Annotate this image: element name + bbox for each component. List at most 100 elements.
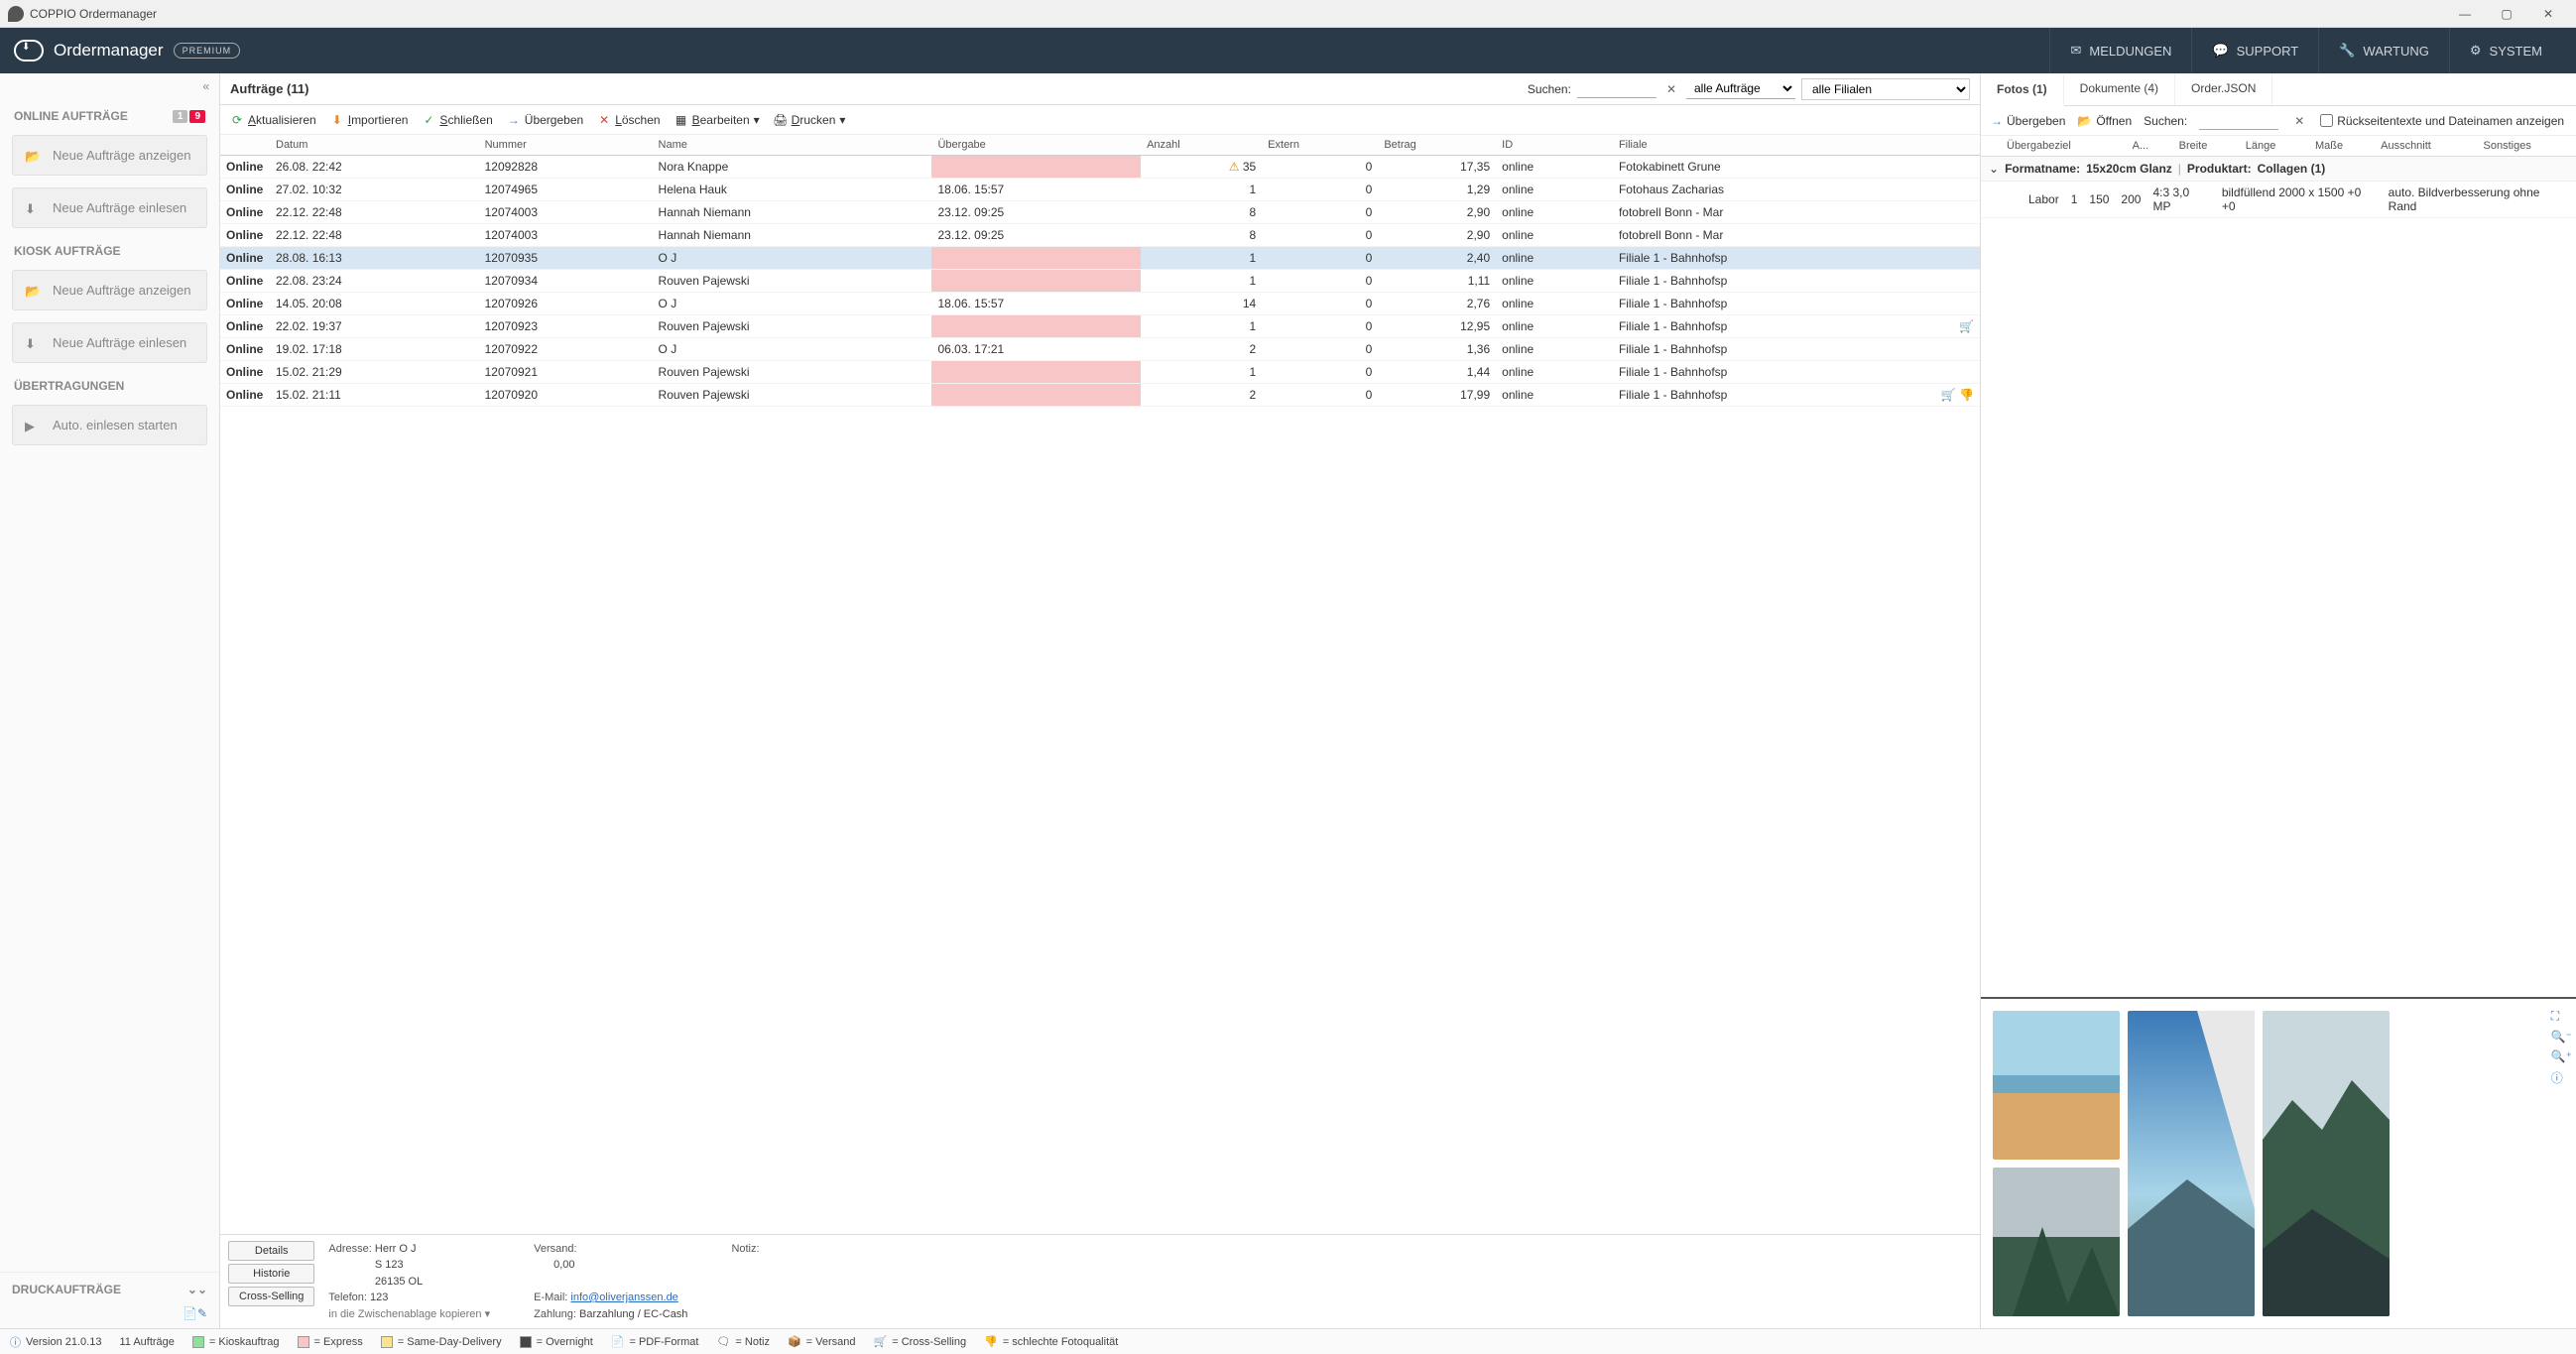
col-betrag[interactable]: Betrag xyxy=(1378,135,1496,156)
cart-icon: 🛒 xyxy=(1959,319,1974,333)
thumbnail-2[interactable] xyxy=(2128,1011,2255,1316)
app-icon xyxy=(8,6,24,22)
format-group-row[interactable]: ⌄ Formatname: 15x20cm Glanz | Produktart… xyxy=(1981,157,2576,182)
details-bar: Details Historie Cross-Selling Adresse: … xyxy=(220,1234,1980,1329)
table-row[interactable]: Online26.08. 22:4212092828Nora Knappe⚠ 3… xyxy=(220,156,1980,179)
btn-online-anzeigen[interactable]: 📂Neue Aufträge anzeigen xyxy=(12,135,207,176)
btn-online-einlesen[interactable]: ⬇Neue Aufträge einlesen xyxy=(12,187,207,228)
tool-bearbeiten[interactable]: ▦Bearbeiten▾ xyxy=(675,113,760,127)
legend-square-pink xyxy=(298,1336,309,1348)
folder-open-icon: 📂 xyxy=(2077,114,2092,128)
tool-aktualisieren[interactable]: ⟳Aktualisieren xyxy=(230,113,316,127)
legend-square-dark xyxy=(520,1336,532,1348)
checkbox-rueckseitentexte[interactable]: Rückseitentexte und Dateinamen anzeigen xyxy=(2320,114,2564,128)
col-extern[interactable]: Extern xyxy=(1262,135,1378,156)
tab-orderjson[interactable]: Order.JSON xyxy=(2175,73,2272,105)
collapse-sidebar-icon[interactable]: « xyxy=(202,79,209,93)
copy-to-clipboard[interactable]: in die Zwischenablage kopieren ▾ xyxy=(328,1308,490,1320)
filter-type-select[interactable]: alle Aufträge xyxy=(1686,78,1795,99)
sidebar-section-uebertragungen: ÜBERTRAGUNGEN xyxy=(0,369,219,399)
appbar: Ordermanager PREMIUM ✉MELDUNGEN 💬SUPPORT… xyxy=(0,28,2576,73)
col-nummer[interactable]: Nummer xyxy=(479,135,653,156)
tab-fotos[interactable]: Fotos (1) xyxy=(1981,74,2064,106)
table-row[interactable]: Online22.12. 22:4812074003Hannah Niemann… xyxy=(220,224,1980,247)
minimize-button[interactable]: — xyxy=(2445,3,2485,25)
thumbnail-3[interactable] xyxy=(2263,1011,2390,1316)
note-icon: 🗨 xyxy=(716,1335,730,1348)
thumbnail-4[interactable] xyxy=(1993,1168,2120,1316)
zoom-out-icon[interactable]: 🔍⁻ xyxy=(2551,1030,2572,1044)
search-input-right[interactable] xyxy=(2199,111,2278,130)
table-row[interactable]: Online15.02. 21:2912070921Rouven Pajewsk… xyxy=(220,361,1980,384)
zoom-in-icon[interactable]: 🔍⁺ xyxy=(2551,1049,2572,1063)
nav-meldungen[interactable]: ✉MELDUNGEN xyxy=(2049,28,2191,73)
tab-dokumente[interactable]: Dokumente (4) xyxy=(2064,73,2175,105)
legend-square-green xyxy=(192,1336,204,1348)
nav-support[interactable]: 💬SUPPORT xyxy=(2191,28,2318,73)
btn-cross-selling[interactable]: Cross-Selling xyxy=(228,1287,314,1306)
nav-system[interactable]: ⚙SYSTEM xyxy=(2449,28,2562,73)
thumbnail-1[interactable] xyxy=(1993,1011,2120,1160)
statusbar: ⓘVersion 21.0.13 11 Aufträge = Kioskauft… xyxy=(0,1328,2576,1354)
tool-importieren[interactable]: ⬇Importieren xyxy=(330,113,409,127)
close-button[interactable]: ✕ xyxy=(2528,3,2568,25)
gear-icon: ⚙ xyxy=(2470,43,2482,59)
col-filiale[interactable]: Filiale xyxy=(1613,135,1935,156)
expand-icon[interactable]: ⛶ xyxy=(2551,1009,2572,1024)
premium-badge: PREMIUM xyxy=(174,43,241,59)
download-icon: ⬇ xyxy=(25,336,43,350)
tool-drucken[interactable]: 🖨Drucken▾ xyxy=(774,113,846,127)
btn-auto-einlesen[interactable]: ▶Auto. einlesen starten xyxy=(12,405,207,445)
col-anzahl[interactable]: Anzahl xyxy=(1141,135,1262,156)
play-icon: ▶ xyxy=(25,419,43,432)
btn-historie[interactable]: Historie xyxy=(228,1264,314,1284)
btn-kiosk-einlesen[interactable]: ⬇Neue Aufträge einlesen xyxy=(12,322,207,363)
nav-wartung[interactable]: 🔧WARTUNG xyxy=(2318,28,2449,73)
tool-schliessen[interactable]: ✓Schließen xyxy=(422,113,492,127)
folder-open-icon: 📂 xyxy=(25,284,43,298)
email-link[interactable]: info@oliverjanssen.de xyxy=(570,1292,677,1303)
table-row[interactable]: Online22.02. 19:3712070923Rouven Pajewsk… xyxy=(220,315,1980,338)
col-uebergabe[interactable]: Übergabe xyxy=(931,135,1141,156)
col-name[interactable]: Name xyxy=(653,135,932,156)
table-row[interactable]: Online15.02. 21:1112070920Rouven Pajewsk… xyxy=(220,384,1980,407)
filter-filiale-select[interactable]: alle Filialen xyxy=(1801,78,1970,100)
clear-search-icon[interactable]: ✕ xyxy=(1662,82,1680,96)
table-row[interactable]: Online19.02. 17:1812070922O J06.03. 17:2… xyxy=(220,338,1980,361)
col-id[interactable]: ID xyxy=(1496,135,1613,156)
tool-uebergeben[interactable]: →Übergeben xyxy=(507,113,583,127)
check-icon: ✓ xyxy=(422,113,435,127)
table-row[interactable]: Online27.02. 10:3212074965Helena Hauk18.… xyxy=(220,179,1980,201)
btn-details[interactable]: Details xyxy=(228,1241,314,1261)
window-title: COPPIO Ordermanager xyxy=(30,7,157,21)
tool-oeffnen[interactable]: 📂 Öffnen xyxy=(2077,114,2132,128)
cart-icon: 🛒 xyxy=(1941,388,1956,402)
arrow-right-icon: → xyxy=(1991,114,2003,128)
table-row[interactable]: Online14.05. 20:0812070926O J18.06. 15:5… xyxy=(220,293,1980,315)
edit-print-icon[interactable]: 📄✎ xyxy=(0,1306,219,1328)
mail-icon: ✉ xyxy=(2070,43,2081,59)
chevron-down-icon: ⌄⌄ xyxy=(187,1283,207,1296)
info-icon[interactable]: ⓘ xyxy=(2551,1069,2572,1086)
maximize-button[interactable]: ▢ xyxy=(2487,3,2526,25)
center-pane: Aufträge (11) Suchen: ✕ alle Aufträge al… xyxy=(220,73,1981,1328)
table-row[interactable]: Online22.12. 22:4812074003Hannah Niemann… xyxy=(220,201,1980,224)
app-title: Ordermanager xyxy=(54,41,164,61)
sidebar-section-druck[interactable]: DRUCKAUFTRÄGE ⌄⌄ xyxy=(0,1273,219,1306)
table-row[interactable]: Online22.08. 23:2412070934Rouven Pajewsk… xyxy=(220,270,1980,293)
tool-loeschen[interactable]: ✕Löschen xyxy=(597,113,660,127)
clear-search-right-icon[interactable]: ✕ xyxy=(2290,114,2308,128)
tool-uebergeben-right[interactable]: → Übergeben xyxy=(1991,114,2065,128)
table-row[interactable]: Online28.08. 16:1312070935O J102,40onlin… xyxy=(220,247,1980,270)
thumbnails: ⛶ 🔍⁻ 🔍⁺ ⓘ xyxy=(1981,997,2576,1328)
search-input[interactable] xyxy=(1577,79,1656,98)
warning-icon: ⚠ xyxy=(1229,160,1240,174)
sidebar-section-kiosk: KIOSK AUFTRÄGE xyxy=(0,234,219,264)
search-label: Suchen: xyxy=(1528,82,1571,96)
col-datum[interactable]: Datum xyxy=(270,135,479,156)
dropdown-icon: ▾ xyxy=(839,113,845,127)
btn-kiosk-anzeigen[interactable]: 📂Neue Aufträge anzeigen xyxy=(12,270,207,310)
arrow-right-icon: → xyxy=(507,113,521,127)
ship-icon: 📦 xyxy=(788,1335,801,1348)
foto-row[interactable]: Labor 1 150 200 4:3 3,0 MP bildfüllend 2… xyxy=(1981,182,2576,218)
